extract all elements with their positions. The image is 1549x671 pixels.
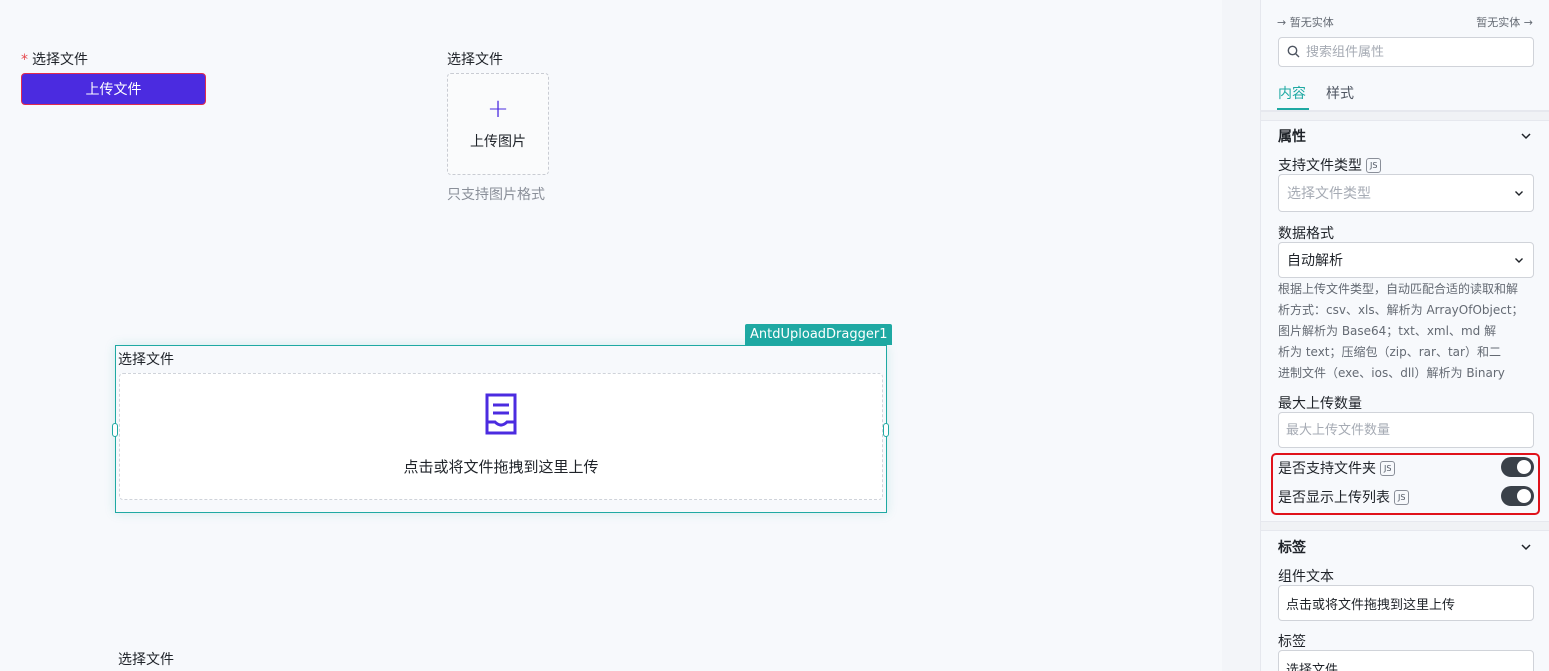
editor-canvas: * 选择文件 上传文件 选择文件 + 上传图片 只支持图片格式 AntdUploa… — [0, 0, 1222, 671]
js-badge[interactable]: JS — [1366, 157, 1382, 173]
dragger-field-label: 选择文件 — [118, 352, 174, 368]
label-section-title: 标签 — [1278, 540, 1306, 556]
section-divider — [1261, 521, 1549, 531]
support-folder-toggle[interactable] — [1501, 457, 1534, 477]
entity-row: → 暂无实体 暂无实体 → — [1277, 14, 1533, 30]
search-input[interactable] — [1306, 44, 1526, 60]
canvas-gutter — [1222, 0, 1260, 671]
support-folder-label: 是否支持文件夹 JS — [1278, 458, 1396, 478]
section-divider — [1261, 111, 1549, 121]
entity-right-link[interactable]: 暂无实体 → — [1476, 14, 1533, 30]
plus-icon: + — [487, 94, 509, 124]
file-type-select[interactable]: 选择文件类型 — [1278, 174, 1534, 212]
property-search[interactable] — [1278, 37, 1534, 67]
label-field[interactable] — [1278, 650, 1534, 671]
search-icon — [1287, 43, 1300, 62]
show-list-toggle[interactable] — [1501, 486, 1534, 506]
bottom-field-label: 选择文件 — [118, 652, 174, 668]
upload-dragger-area[interactable]: 点击或将文件拖拽到这里上传 — [119, 373, 883, 500]
drop-text: 点击或将文件拖拽到这里上传 — [403, 458, 599, 476]
max-count-field[interactable] — [1278, 412, 1534, 448]
chevron-down-icon — [1513, 187, 1525, 203]
js-badge[interactable]: JS — [1380, 460, 1396, 476]
resize-handle-right[interactable] — [883, 423, 889, 437]
image-field-label: 选择文件 — [447, 52, 503, 68]
chevron-down-icon[interactable] — [1519, 539, 1533, 553]
label-field-label: 标签 — [1278, 634, 1306, 650]
js-badge[interactable]: JS — [1394, 489, 1410, 505]
component-text-field[interactable] — [1278, 585, 1534, 621]
toggle-knob — [1517, 460, 1531, 474]
panel-tabs: 内容 样式 — [1261, 79, 1549, 111]
tab-style[interactable]: 样式 — [1326, 83, 1354, 103]
label-input[interactable] — [1286, 651, 1533, 671]
upload-image-label: 上传图片 — [470, 134, 526, 150]
show-list-label: 是否显示上传列表 JS — [1278, 487, 1410, 507]
data-format-select[interactable]: 自动解析 — [1278, 242, 1534, 278]
resize-handle-left[interactable] — [112, 423, 118, 437]
data-format-description: 根据上传文件类型，自动匹配合适的读取和解 析方式：csv、xls、解析为 Arr… — [1278, 282, 1524, 380]
entity-left-link[interactable]: → 暂无实体 — [1277, 14, 1334, 30]
image-format-hint: 只支持图片格式 — [447, 187, 545, 203]
upload-image-card[interactable]: + 上传图片 — [447, 73, 549, 175]
max-count-input[interactable] — [1286, 413, 1533, 447]
component-text-input[interactable] — [1286, 586, 1533, 620]
property-panel: → 暂无实体 暂无实体 → 内容 样式 属性 支持文件类型JS 选择文件类型 数… — [1260, 0, 1549, 671]
chevron-down-icon — [1513, 254, 1525, 270]
required-mark: * — [21, 52, 28, 68]
inbox-icon — [484, 392, 518, 440]
upload-file-button[interactable]: 上传文件 — [21, 73, 206, 105]
max-count-label: 最大上传数量 — [1278, 396, 1362, 412]
arrow-right-icon: → — [1520, 16, 1533, 29]
toggle-knob — [1517, 489, 1531, 503]
tab-content[interactable]: 内容 — [1278, 83, 1306, 103]
file-type-label: 支持文件类型 JS — [1278, 155, 1382, 175]
component-name-tag[interactable]: AntdUploadDragger1 — [745, 324, 893, 345]
component-text-label: 组件文本 — [1278, 569, 1334, 585]
chevron-down-icon[interactable] — [1519, 128, 1533, 142]
properties-section-title: 属性 — [1278, 129, 1306, 145]
data-format-label: 数据格式 — [1278, 226, 1334, 242]
arrow-right-icon: → — [1277, 16, 1290, 29]
active-tab-indicator — [1277, 108, 1309, 110]
upload-field-label: * 选择文件 — [21, 52, 88, 68]
